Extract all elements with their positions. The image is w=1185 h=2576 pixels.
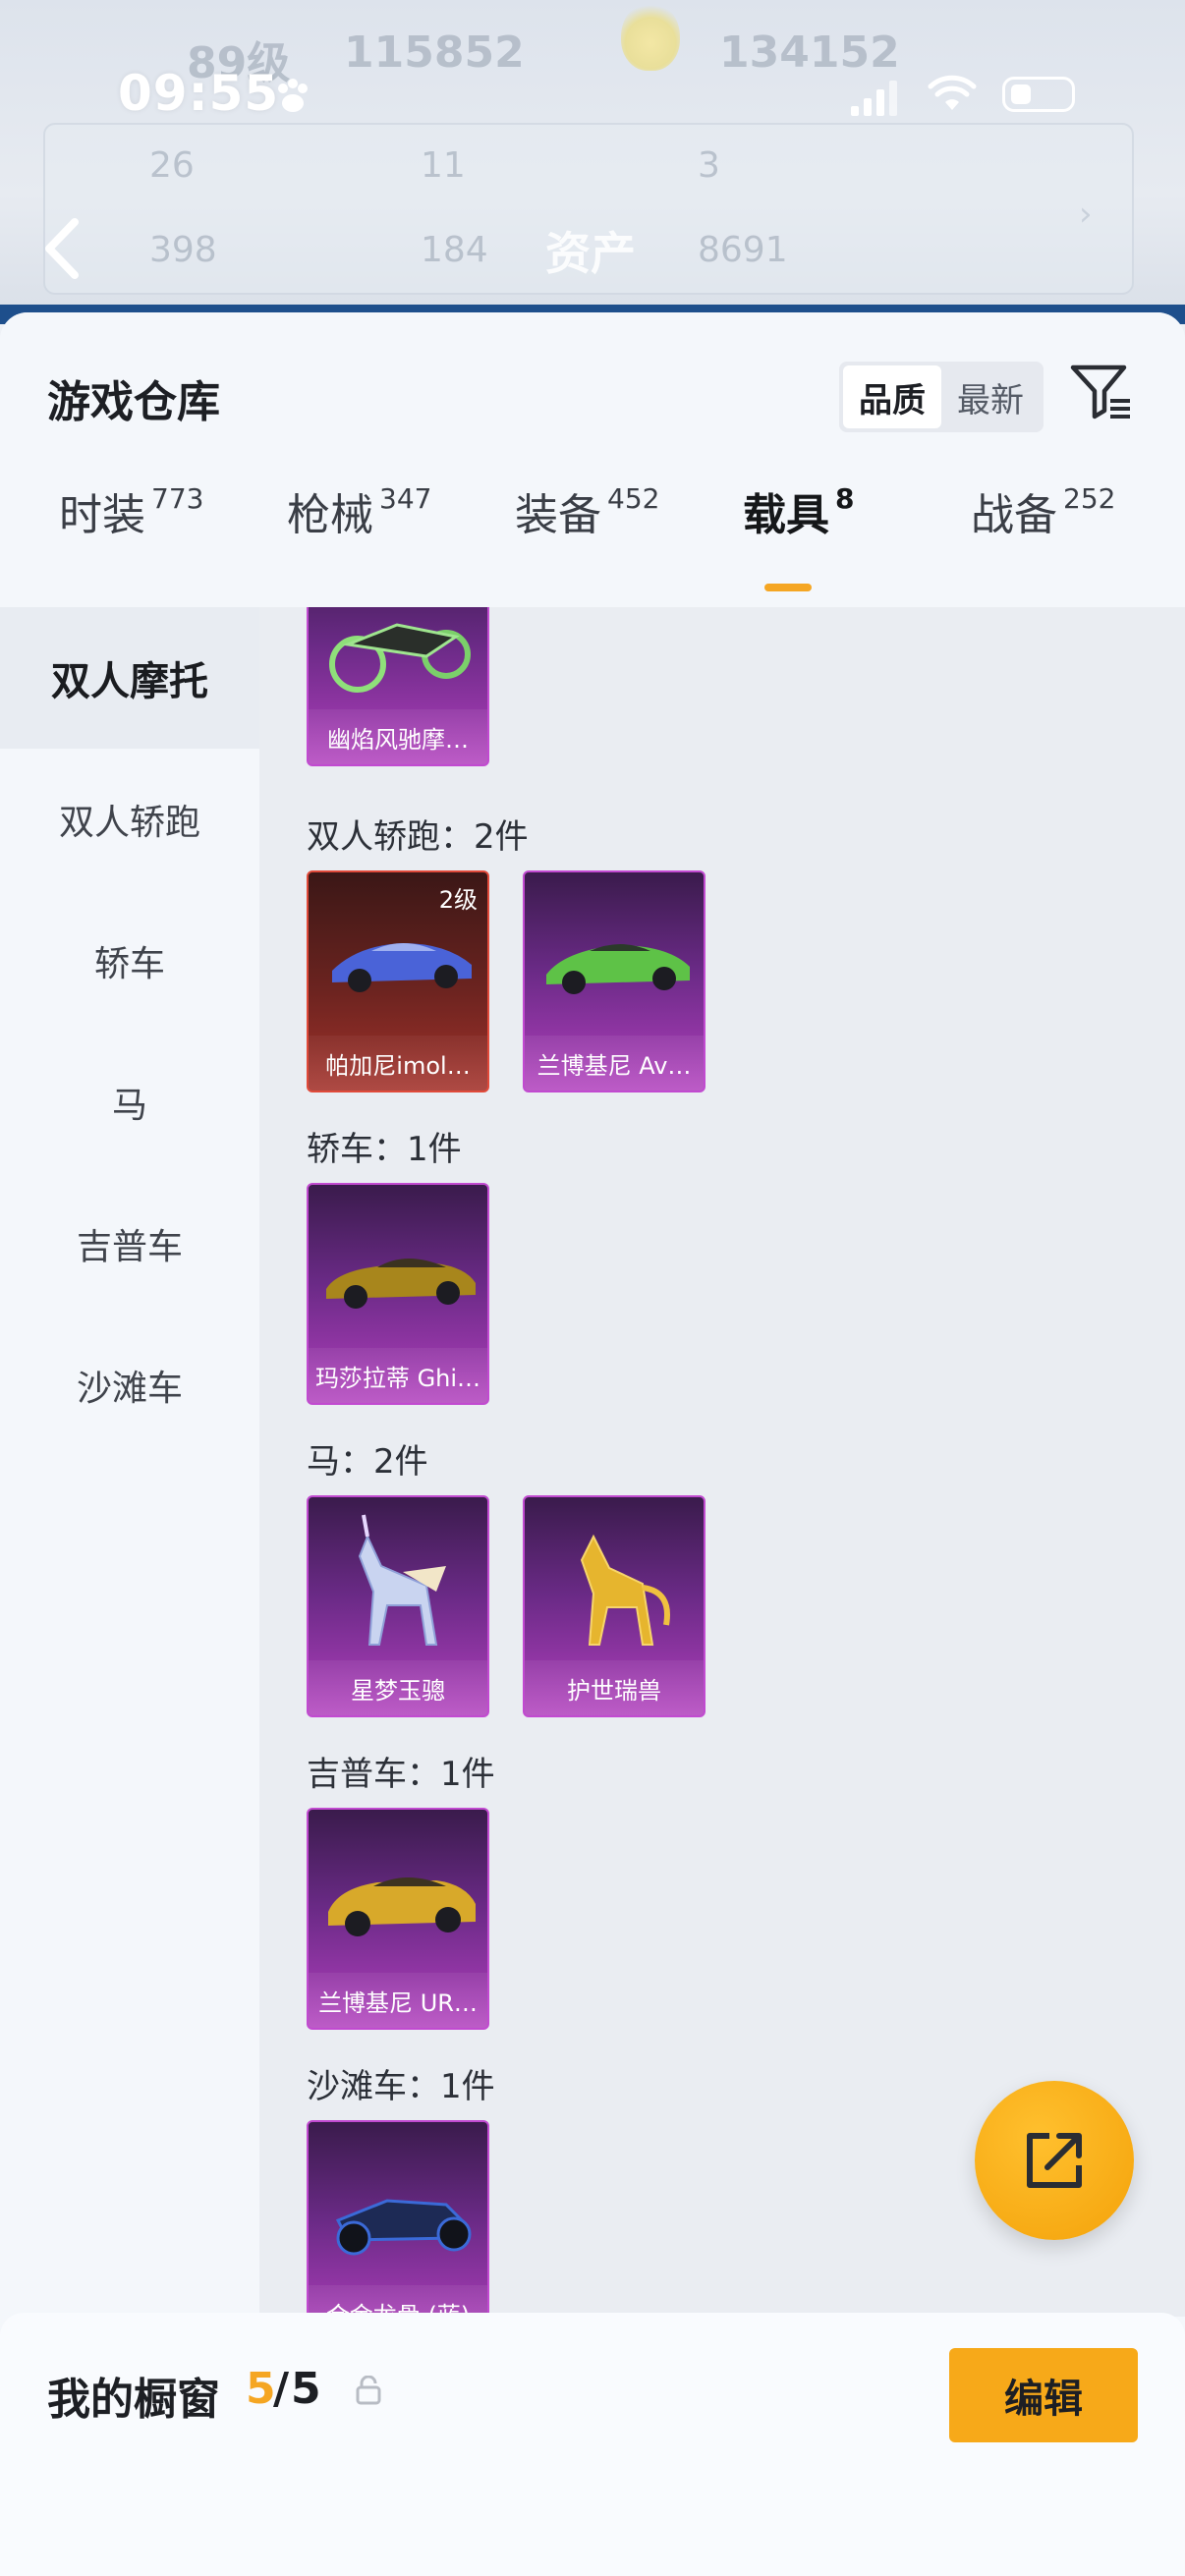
item-card[interactable]: 护世瑞兽 bbox=[523, 1495, 705, 1717]
showcase-bar: 我的橱窗 5 / 5 编辑 bbox=[0, 2313, 1185, 2576]
share-export-icon bbox=[1027, 2133, 1082, 2188]
bg-stat-3: 3 bbox=[698, 145, 720, 186]
tab-count: 347 bbox=[379, 482, 432, 516]
item-level: 2级 bbox=[438, 886, 478, 914]
tab-count: 773 bbox=[151, 482, 204, 516]
sort-toggle: 品质 最新 bbox=[839, 362, 1044, 432]
item-card[interactable]: 2级 帕加尼imol… bbox=[307, 870, 489, 1092]
chevron-right-icon: › bbox=[1079, 195, 1093, 234]
sort-quality-button[interactable]: 品质 bbox=[843, 365, 941, 428]
item-card[interactable]: 合金龙骨 (蓝) bbox=[307, 2120, 489, 2317]
wifi-icon bbox=[928, 75, 977, 110]
tab-count: 8 bbox=[835, 482, 855, 516]
sheet-header: 游戏仓库 品质 最新 时装 773 枪械 347 装备 452 载具 8 战备 252 bbox=[0, 312, 1185, 607]
warehouse-sheet: 游戏仓库 品质 最新 时装 773 枪械 347 装备 452 载具 8 战备 252 双… bbox=[0, 312, 1185, 2576]
bg-stat-4: 398 bbox=[149, 230, 217, 270]
back-arrow-icon[interactable] bbox=[39, 216, 85, 281]
item-name: 玛莎拉蒂 Ghi… bbox=[309, 1348, 487, 1403]
profile-background: 89级 115852 134152 26 11 3 398 184 8691 资… bbox=[0, 0, 1185, 324]
tab-count: 252 bbox=[1063, 482, 1116, 516]
showcase-total: 5 bbox=[291, 2364, 321, 2414]
tab-label: 战备 bbox=[971, 490, 1057, 540]
tab-weapons[interactable]: 枪械 347 bbox=[287, 479, 431, 542]
sidebar-item-horse[interactable]: 马 bbox=[0, 1032, 259, 1173]
filter-icon[interactable] bbox=[1069, 360, 1134, 424]
flame-emblem-icon bbox=[621, 2, 680, 71]
share-button[interactable] bbox=[975, 2081, 1134, 2240]
lock-icon bbox=[356, 2376, 381, 2405]
bg-stat-5: 184 bbox=[421, 230, 488, 270]
sort-newest-button[interactable]: 最新 bbox=[941, 365, 1040, 428]
sidebar-item-beach-buggy[interactable]: 沙滩车 bbox=[0, 1315, 259, 1456]
tab-fashion[interactable]: 时装 773 bbox=[59, 479, 203, 542]
item-name: 兰博基尼 Av… bbox=[525, 1036, 704, 1091]
tab-label: 装备 bbox=[515, 490, 601, 540]
item-name: 星梦玉骢 bbox=[309, 1660, 487, 1715]
category-tabs: 时装 773 枪械 347 装备 452 载具 8 战备 252 bbox=[0, 479, 1185, 588]
sidebar-item-sedan[interactable]: 轿车 bbox=[0, 890, 259, 1032]
tab-label: 载具 bbox=[743, 490, 829, 540]
showcase-separator: / bbox=[273, 2364, 290, 2414]
sidebar-item-double-coupe[interactable]: 双人轿跑 bbox=[0, 749, 259, 890]
item-name: 幽焰风驰摩… bbox=[309, 709, 487, 764]
item-card[interactable]: 兰博基尼 Av… bbox=[523, 870, 705, 1092]
sidebar-item-jeep[interactable]: 吉普车 bbox=[0, 1173, 259, 1315]
section-label: 沙滩车：1件 bbox=[307, 2067, 495, 2106]
item-name: 兰博基尼 UR… bbox=[309, 1973, 487, 2028]
edit-button[interactable]: 编辑 bbox=[949, 2348, 1138, 2442]
bg-stat-6: 8691 bbox=[698, 230, 788, 270]
showcase-current: 5 bbox=[246, 2364, 276, 2414]
page-title: 资产 bbox=[545, 227, 636, 280]
bg-stat-1: 26 bbox=[149, 145, 195, 186]
section-label: 吉普车：1件 bbox=[307, 1755, 495, 1794]
vehicle-list: 幽焰风驰摩… 双人轿跑：2件 2级 帕加尼imol… 兰博基尼 Av… 轿车：1… bbox=[259, 607, 1185, 2317]
tab-equipment[interactable]: 装备 452 bbox=[515, 479, 659, 542]
bg-score2: 134152 bbox=[719, 28, 900, 78]
bg-stat-2: 11 bbox=[421, 145, 466, 186]
signal-icon bbox=[851, 81, 897, 116]
paw-icon bbox=[278, 79, 308, 112]
section-label: 双人轿跑：2件 bbox=[307, 817, 529, 857]
section-label: 轿车：1件 bbox=[307, 1130, 462, 1169]
tab-label: 枪械 bbox=[287, 490, 373, 540]
showcase-label: 我的橱窗 bbox=[47, 2375, 220, 2425]
item-name: 护世瑞兽 bbox=[525, 1660, 704, 1715]
item-card[interactable]: 星梦玉骢 bbox=[307, 1495, 489, 1717]
tab-supplies[interactable]: 战备 252 bbox=[971, 479, 1115, 542]
item-card[interactable]: 兰博基尼 UR… bbox=[307, 1808, 489, 2030]
tab-vehicles[interactable]: 载具 8 bbox=[743, 479, 854, 542]
battery-icon bbox=[1002, 77, 1075, 112]
active-tab-indicator bbox=[764, 584, 812, 591]
item-card[interactable]: 玛莎拉蒂 Ghi… bbox=[307, 1183, 489, 1405]
subcategory-sidebar: 双人摩托 双人轿跑 轿车 马 吉普车 沙滩车 bbox=[0, 607, 259, 2317]
item-card[interactable]: 幽焰风驰摩… bbox=[307, 607, 489, 766]
sidebar-item-double-moto[interactable]: 双人摩托 bbox=[0, 607, 259, 749]
warehouse-title: 游戏仓库 bbox=[47, 377, 220, 427]
tab-label: 时装 bbox=[59, 490, 145, 540]
section-label: 马：2件 bbox=[307, 1442, 428, 1482]
bg-score: 115852 bbox=[344, 28, 525, 78]
status-time: 09:55 bbox=[118, 65, 280, 122]
tab-count: 452 bbox=[607, 482, 660, 516]
item-name: 帕加尼imol… bbox=[309, 1036, 487, 1091]
